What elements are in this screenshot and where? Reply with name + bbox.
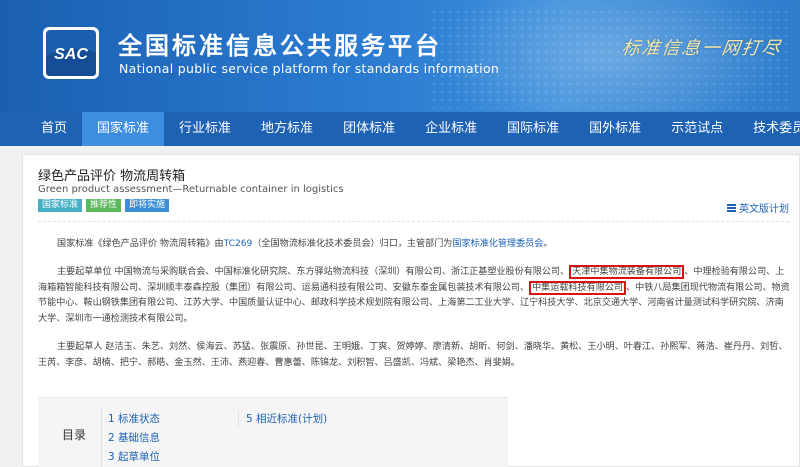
drafting-units-text-1: 中国物流与采购联合会、中国标准化研究院、东方驿站物流科技（深圳）有限公司、浙江正… <box>114 267 570 277</box>
tag-recommended: 推荐性 <box>86 199 122 212</box>
toc-item-drafting-units[interactable]: 3 起草单位 <box>108 449 160 464</box>
main-nav: 首页 国家标准 行业标准 地方标准 团体标准 企业标准 国际标准 国外标准 示范… <box>0 112 800 146</box>
toc-item-standard-status[interactable]: 1 标准状态 <box>108 411 160 426</box>
drafters: 主要起草人 赵洁玉、朱艺、刘然、侯海云、苏猛、张震原、孙世昆、王明娥、丁爽、贺婷… <box>38 340 790 371</box>
department-link[interactable]: 国家标准化管理委员会 <box>452 239 543 249</box>
nav-item-national-standards[interactable]: 国家标准 <box>82 112 165 146</box>
drafters-names: 赵洁玉、朱艺、刘然、侯海云、苏猛、张震原、孙世昆、王明娥、丁爽、贺婷婷、廖清新、… <box>38 342 788 368</box>
drafters-label: 主要起草人 <box>57 342 103 352</box>
nav-item-group-standards[interactable]: 团体标准 <box>328 112 410 146</box>
standard-tags: 国家标准 推荐性 即将实施 <box>38 199 170 212</box>
site-slogan: 标准信息一网打尽 <box>620 38 784 59</box>
standard-english-title: Green product assessment—Returnable cont… <box>38 184 344 195</box>
table-of-contents: 目录 1 标准状态 2 基础信息 3 起草单位 5 相近标准(计划) <box>38 397 508 467</box>
logo-text: SAC <box>54 46 88 63</box>
toc-label: 目录 <box>62 428 87 442</box>
standard-detail-card: 绿色产品评价 物流周转箱 Green product assessment—Re… <box>22 154 800 467</box>
highlighted-unit-1: 天津中集物流装备有限公司 <box>569 265 685 279</box>
nav-item-demonstration-pilots[interactable]: 示范试点 <box>656 112 738 146</box>
toc-item-similar-standards[interactable]: 5 相近标准(计划) <box>246 411 327 426</box>
toc-column-separator <box>238 410 239 428</box>
nav-item-home[interactable]: 首页 <box>26 112 82 146</box>
standard-title: 绿色产品评价 物流周转箱 <box>38 169 186 184</box>
nav-item-foreign-standards[interactable]: 国外标准 <box>574 112 656 146</box>
english-version-plan-link[interactable]: 英文版计划 <box>727 200 789 215</box>
nav-item-industry-standards[interactable]: 行业标准 <box>164 112 246 146</box>
drafting-units: 主要起草单位 中国物流与采购联合会、中国标准化研究院、东方驿站物流科技（深圳）有… <box>38 265 790 327</box>
site-title: 全国标准信息公共服务平台 <box>118 32 442 60</box>
title-divider <box>38 221 789 222</box>
intro-text-before: 国家标准《绿色产品评价 物流周转箱》由 <box>57 239 224 249</box>
intro-text-middle: （全国物流标准化技术委员会）归口，主管部门为 <box>252 239 453 249</box>
site-subtitle: National public service platform for sta… <box>119 61 500 76</box>
toc-item-basic-info[interactable]: 2 基础信息 <box>108 430 160 445</box>
highlighted-unit-2: 中集运载科技有限公司 <box>529 280 627 295</box>
english-version-plan-label: 英文版计划 <box>739 204 789 215</box>
toc-separator <box>101 406 102 467</box>
committee-link[interactable]: TC269 <box>224 239 253 249</box>
intro-text-end: 。 <box>543 239 553 249</box>
nav-item-technical-committees[interactable]: 技术委员会 <box>738 112 800 146</box>
site-header: SAC 全国标准信息公共服务平台 National public service… <box>0 0 800 112</box>
nav-item-local-standards[interactable]: 地方标准 <box>246 112 328 146</box>
nav-item-enterprise-standards[interactable]: 企业标准 <box>410 112 492 146</box>
list-icon <box>727 203 736 212</box>
sac-logo[interactable]: SAC <box>42 26 100 80</box>
tag-national-standard: 国家标准 <box>38 199 83 212</box>
nav-item-international-standards[interactable]: 国际标准 <box>492 112 574 146</box>
drafting-units-label: 主要起草单位 <box>57 267 112 277</box>
standard-intro: 国家标准《绿色产品评价 物流周转箱》由TC269（全国物流标准化技术委员会）归口… <box>38 237 790 253</box>
tag-upcoming: 即将实施 <box>125 199 170 212</box>
